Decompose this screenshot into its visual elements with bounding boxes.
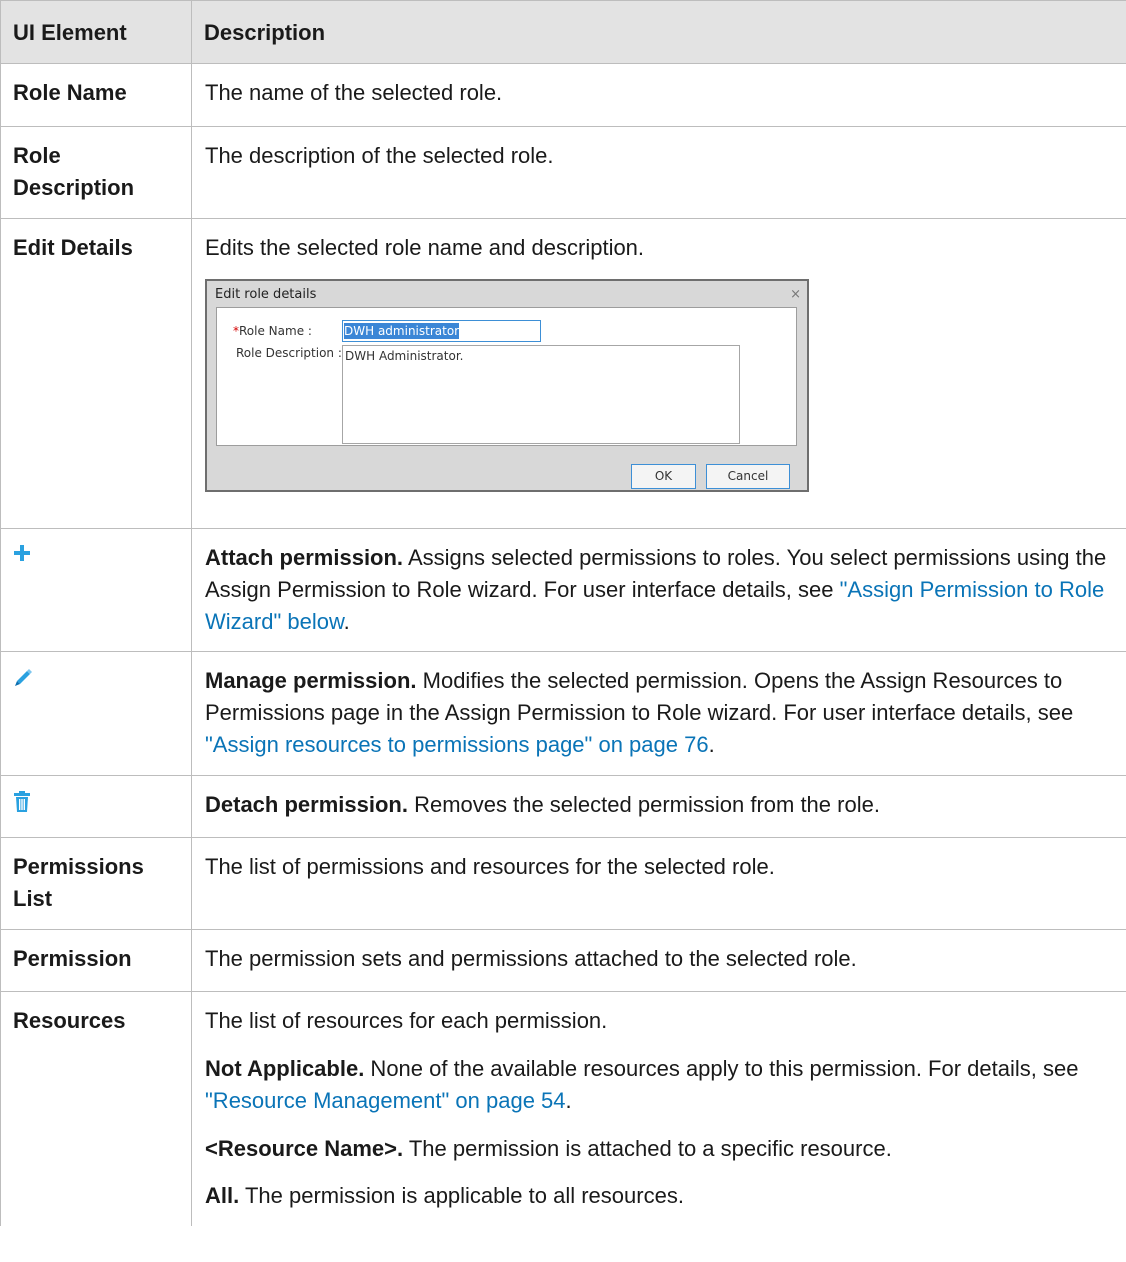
ui-elements-table: UI Element Description Role Name The nam…: [0, 0, 1126, 1227]
element-description: The list of permissions and resources fo…: [191, 837, 1126, 930]
header-ui-element: UI Element: [0, 0, 192, 64]
element-description: The list of resources for each permissio…: [191, 990, 1126, 1227]
table-row: Edit Details Edits the selected role nam…: [0, 217, 1126, 529]
table-row: Role Description The description of the …: [0, 126, 1126, 219]
role-name-input[interactable]: DWH administrator: [342, 319, 541, 342]
table-row: Permissions List The list of permissions…: [0, 837, 1126, 930]
table-row: Manage permission. Modifies the selected…: [0, 651, 1126, 777]
element-description: The name of the selected role.: [191, 63, 1126, 127]
pencil-icon: [15, 669, 32, 687]
element-name: Permissions List: [0, 837, 192, 930]
background-artifact: [285, 281, 369, 285]
element-description: Attach permission. Assigns selected perm…: [191, 527, 1126, 653]
element-name: Permission: [0, 928, 192, 992]
description-text: The list of resources for each permissio…: [205, 1007, 608, 1033]
role-description-textarea[interactable]: DWH Administrator.: [342, 344, 740, 444]
description-text: All. The permission is applicable to all…: [205, 1183, 684, 1209]
dialog-body: *Role Name : DWH administrator Role Desc…: [216, 306, 797, 446]
role-description-label: Role Description :: [236, 345, 342, 360]
table-row: Resources The list of resources for each…: [0, 990, 1126, 1227]
element-name: Role Name: [0, 63, 192, 127]
description-text: <Resource Name>. The permission is attac…: [205, 1135, 892, 1161]
plus-icon: [14, 544, 30, 561]
element-description: Manage permission. Modifies the selected…: [191, 651, 1126, 777]
element-description: The permission sets and permissions atta…: [191, 928, 1126, 992]
element-icon-cell: [0, 775, 192, 839]
table-row: Permission The permission sets and permi…: [0, 928, 1126, 992]
assign-resources-link[interactable]: "Assign resources to permissions page" o…: [205, 732, 709, 757]
table-row: Role Name The name of the selected role.: [0, 63, 1126, 127]
element-description: Edits the selected role name and descrip…: [191, 217, 1126, 529]
element-name: Edit Details: [0, 217, 192, 529]
trash-icon: [14, 791, 30, 813]
role-name-label: *Role Name :: [233, 323, 312, 338]
element-description: The description of the selected role.: [191, 126, 1126, 219]
close-icon[interactable]: ×: [790, 287, 801, 303]
element-description: Detach permission. Removes the selected …: [191, 775, 1126, 839]
table-row: Detach permission. Removes the selected …: [0, 775, 1126, 839]
table-row: Attach permission. Assigns selected perm…: [0, 527, 1126, 653]
ok-button[interactable]: OK: [631, 463, 696, 489]
element-icon-cell: [0, 527, 192, 653]
description-text: Not Applicable. None of the available re…: [205, 1055, 1079, 1113]
resource-management-link[interactable]: "Resource Management" on page 54: [205, 1088, 566, 1113]
element-name: Role Description: [0, 126, 192, 219]
element-name: Resources: [0, 990, 192, 1227]
dialog-title: Edit role details: [215, 286, 317, 302]
edit-role-details-dialog: Edit role details × *Role Name : DWH adm…: [205, 278, 809, 492]
cancel-button[interactable]: Cancel: [706, 463, 790, 489]
description-text: Edits the selected role name and descrip…: [205, 234, 645, 260]
element-icon-cell: [0, 651, 192, 777]
role-name-value: DWH administrator: [344, 322, 460, 340]
table-header-row: UI Element Description: [0, 0, 1126, 64]
header-description: Description: [191, 0, 1126, 64]
